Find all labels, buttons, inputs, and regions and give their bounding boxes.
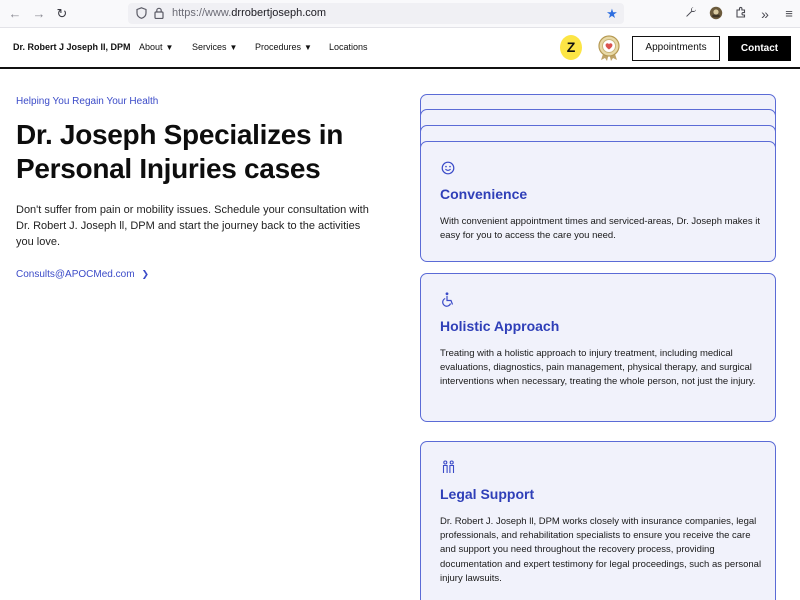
nav-procedures-label: Procedures [255, 42, 302, 52]
nav-about[interactable]: About ▼ [139, 42, 173, 52]
nav-about-label: About [139, 42, 163, 52]
nav-services[interactable]: Services ▼ [192, 42, 237, 52]
feature-card-holistic: Holistic Approach Treating with a holist… [420, 273, 776, 422]
lock-icon[interactable] [152, 7, 166, 21]
overflow-icon[interactable]: » [757, 6, 773, 22]
feature-card-convenience: Convenience With convenient appointment … [420, 141, 776, 262]
award-badge-icon[interactable] [597, 35, 621, 61]
wheelchair-icon [441, 292, 457, 308]
people-icon [441, 460, 457, 476]
smile-icon [441, 161, 457, 177]
card-description: Dr. Robert J. Joseph ll, DPM works close… [440, 516, 762, 584]
card-description: Treating with a holistic approach to inj… [440, 348, 756, 388]
email-link[interactable]: Consults@APOCMed.com ❯ [16, 269, 149, 280]
url-text[interactable]: https://www.drrobertjoseph.com [172, 7, 326, 19]
nav-locations[interactable]: Locations [329, 42, 368, 52]
contact-button[interactable]: Contact [728, 36, 791, 61]
hero-eyebrow: Helping You Regain Your Health [16, 96, 159, 107]
chevron-down-icon: ▼ [229, 43, 238, 52]
appointments-button[interactable]: Appointments [632, 36, 720, 61]
card-description: With convenient appointment times and se… [440, 216, 760, 242]
browser-toolbar: ← → ↻ https://www.drrobertjoseph.com ★ »… [0, 0, 800, 28]
zocdoc-logo[interactable]: Z [560, 35, 582, 60]
chevron-right-icon: ❯ [141, 269, 150, 279]
url-domain: drrobertjoseph.com [231, 7, 327, 19]
feature-card-legal: Legal Support Dr. Robert J. Joseph ll, D… [420, 441, 776, 600]
forward-arrow-icon[interactable]: → [30, 5, 48, 23]
wrench-icon[interactable] [683, 6, 699, 22]
profile-icon[interactable] [708, 6, 724, 22]
chevron-down-icon: ▼ [165, 43, 174, 52]
menu-icon[interactable]: ≡ [781, 6, 797, 22]
url-scheme: https://www. [172, 7, 232, 19]
card-title: Legal Support [440, 486, 535, 502]
back-arrow-icon[interactable]: ← [6, 5, 24, 23]
reload-icon[interactable]: ↻ [53, 5, 71, 23]
chevron-down-icon: ▼ [304, 43, 312, 52]
hero-title: Dr. Joseph Specializes in Personal Injur… [16, 119, 344, 184]
address-bar[interactable]: https://www.drrobertjoseph.com ★ [128, 3, 624, 24]
site-header: Dr. Robert J Joseph II, DPM About ▼ Servi… [0, 28, 800, 69]
card-title: Holistic Approach [440, 318, 560, 334]
nav-locations-label: Locations [329, 42, 368, 52]
email-link-label: Consults@APOCMed.com [16, 269, 135, 280]
nav-procedures[interactable]: Procedures ▼ [255, 42, 312, 52]
extensions-icon[interactable] [733, 6, 749, 22]
shield-icon[interactable] [134, 7, 148, 21]
nav-services-label: Services [192, 42, 227, 52]
brand-name[interactable]: Dr. Robert J Joseph II, DPM [13, 42, 131, 52]
card-title: Convenience [440, 186, 528, 202]
bookmark-star-icon[interactable]: ★ [605, 7, 619, 21]
hero-description: Don't suffer from pain or mobility issue… [16, 204, 369, 248]
